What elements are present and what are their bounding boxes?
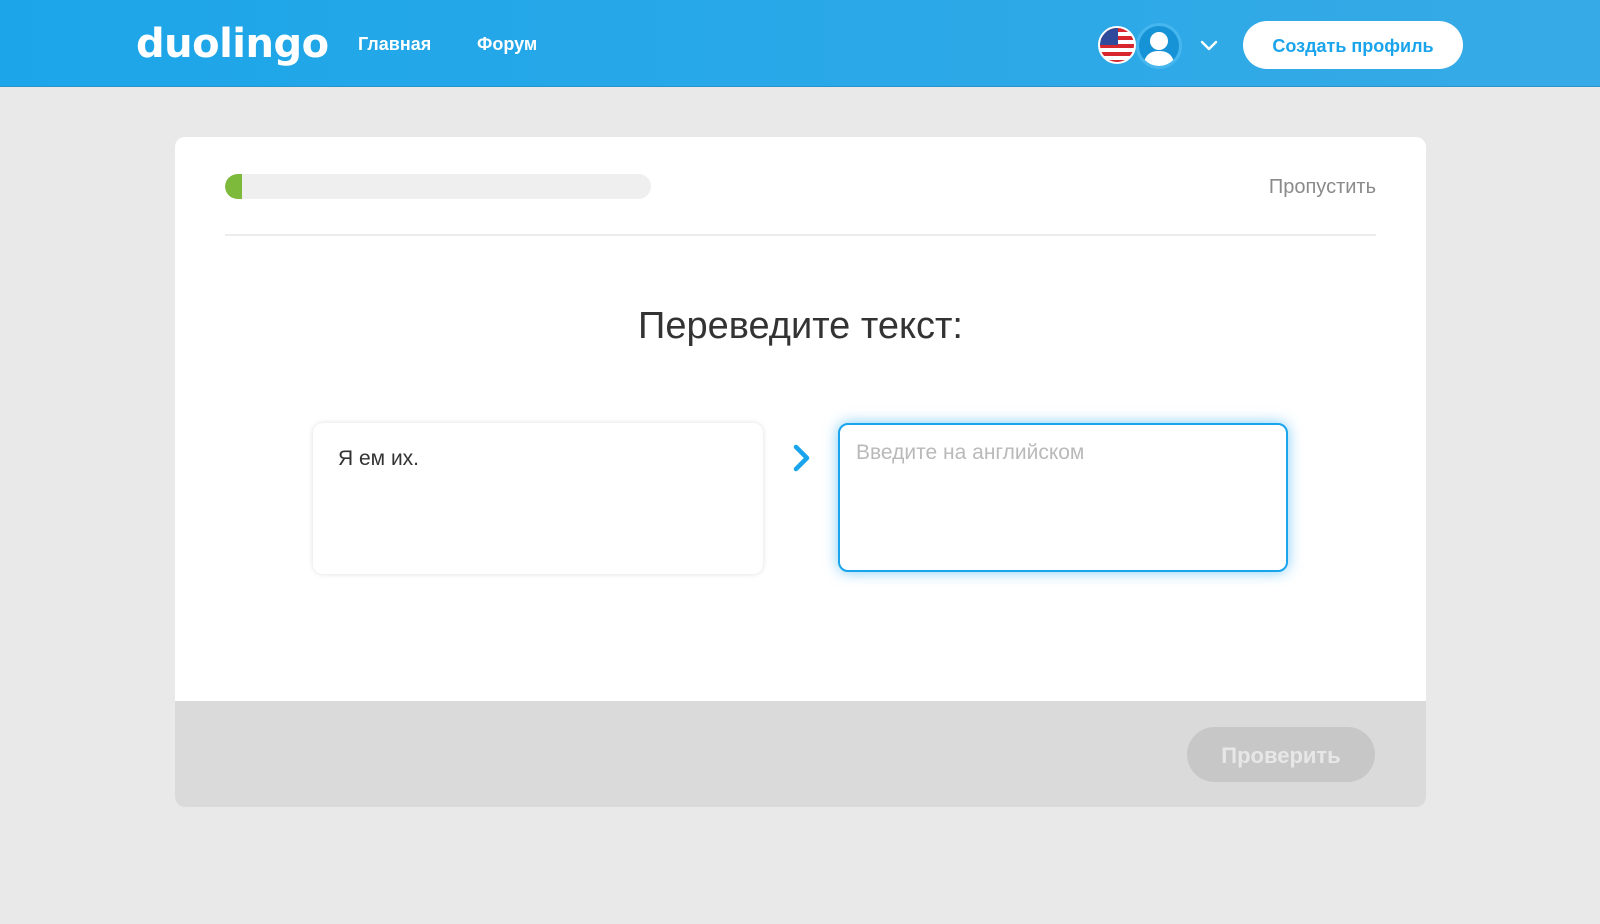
skip-button[interactable]: Пропустить — [1269, 175, 1376, 199]
source-sentence-box: Я ем их. — [313, 423, 763, 574]
create-profile-button[interactable]: Создать профиль — [1243, 21, 1463, 69]
nav-link-home[interactable]: Главная — [358, 32, 431, 56]
prompt-title: Переведите текст: — [638, 305, 963, 347]
chevron-right-icon — [793, 444, 810, 472]
duolingo-logo[interactable]: duolingo — [136, 14, 329, 74]
user-avatar-icon[interactable] — [1136, 23, 1182, 69]
lesson-progress-fill — [225, 174, 243, 199]
chevron-down-icon[interactable] — [1198, 34, 1220, 56]
check-answer-button[interactable]: Проверить — [1187, 727, 1375, 782]
nav-link-forum[interactable]: Форум — [477, 32, 537, 56]
lesson-progress-bar — [225, 174, 651, 199]
translation-answer-input[interactable] — [838, 423, 1288, 572]
header-divider — [225, 234, 1376, 236]
lesson-card: Пропустить Переведите текст: Я ем их. Пр… — [175, 137, 1426, 807]
top-navigation-bar: duolingo Главная Форум Создать профиль — [0, 0, 1600, 87]
us-flag-icon[interactable] — [1098, 26, 1136, 64]
lesson-footer: Проверить — [175, 701, 1426, 807]
source-sentence-text: Я ем их. — [338, 447, 420, 470]
avatar-silhouette — [1143, 32, 1175, 66]
flag-canton — [1100, 28, 1118, 45]
